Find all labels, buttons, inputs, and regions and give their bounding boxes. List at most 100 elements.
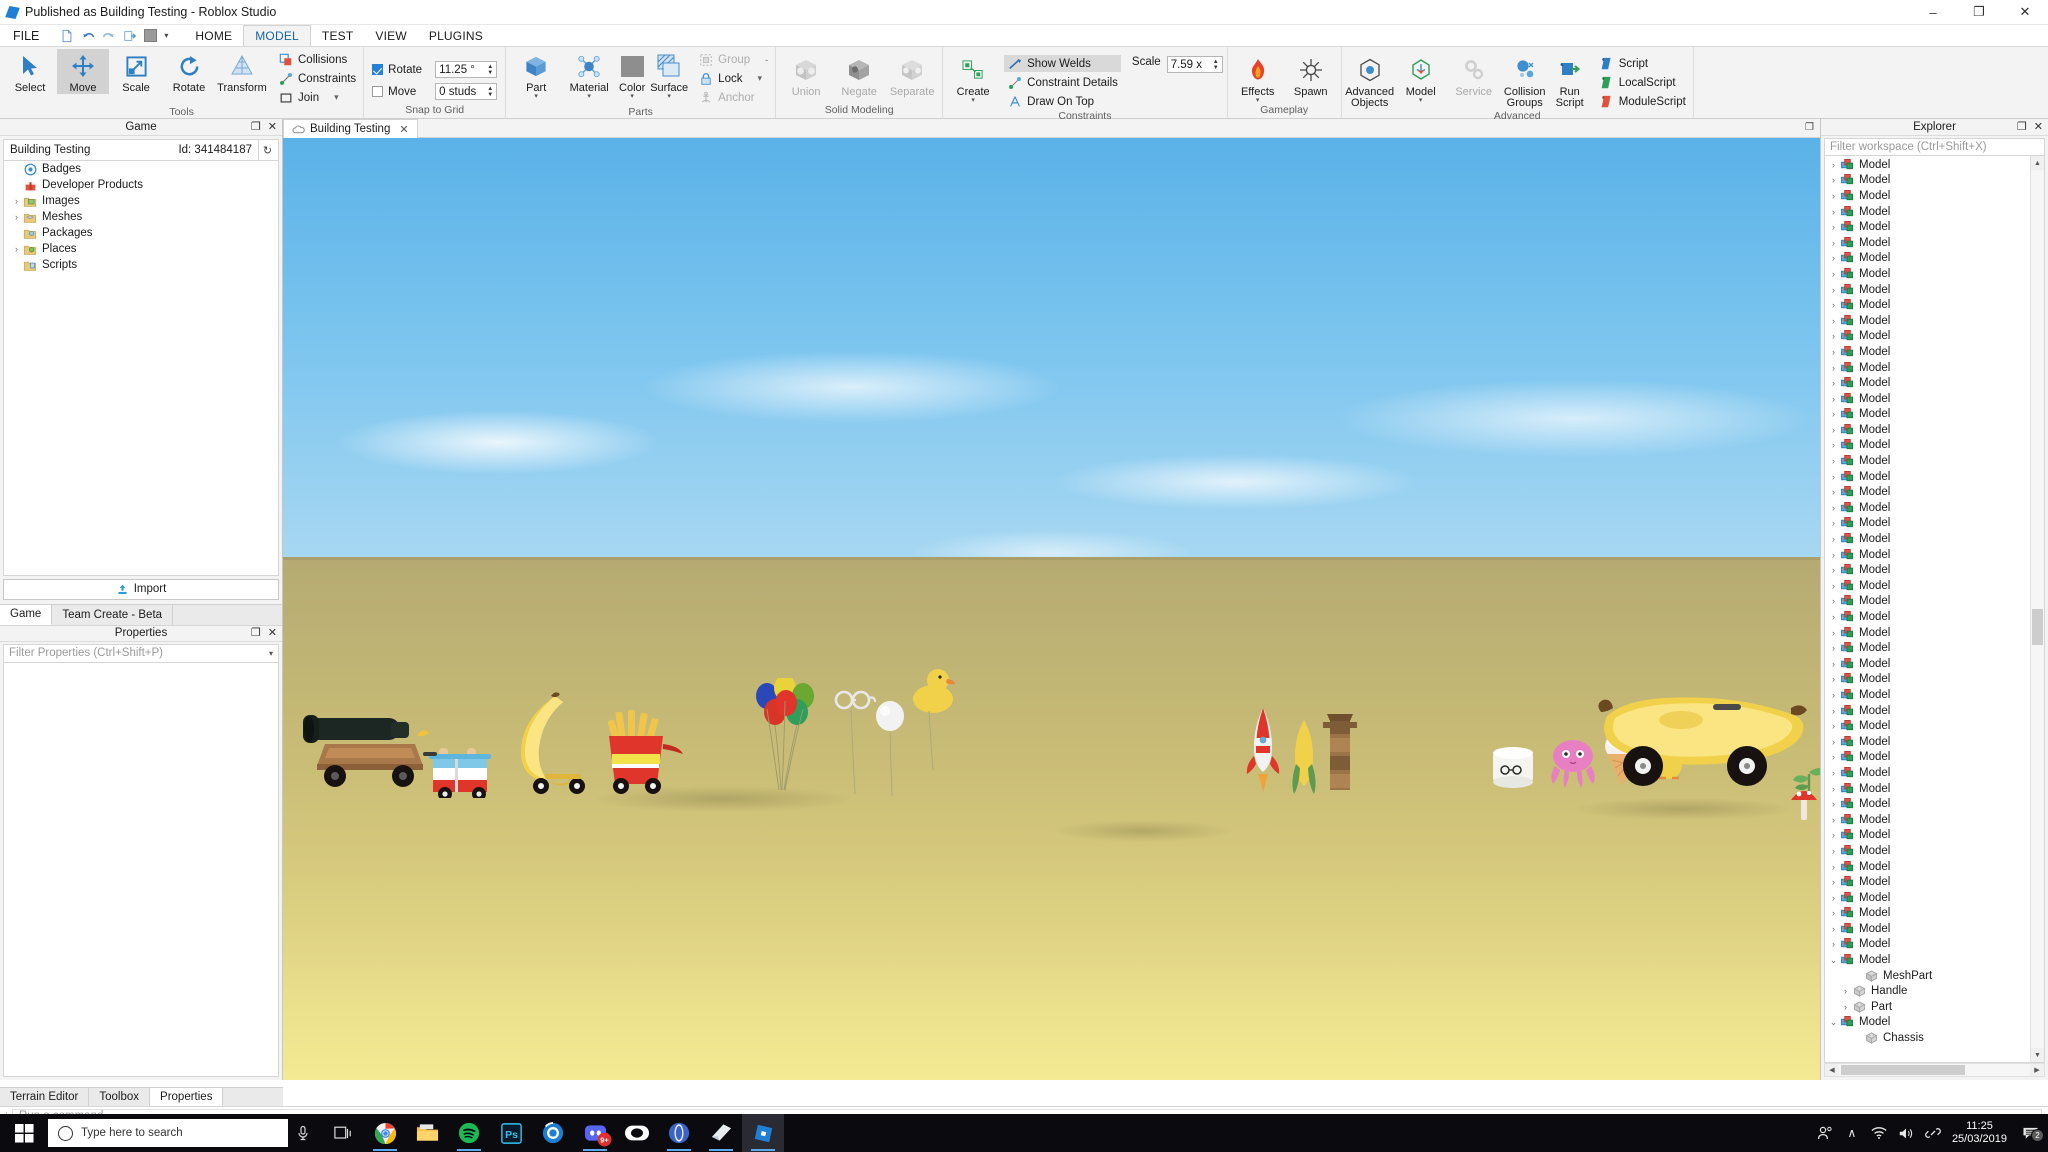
explorer-float-button[interactable]: ❐: [2017, 121, 2027, 133]
windows-start-icon[interactable]: [0, 1114, 48, 1152]
color-caret-icon[interactable]: ▾: [630, 93, 634, 100]
group-caret-icon[interactable]: -: [765, 55, 768, 65]
explorer-row-arrow[interactable]: ›: [1827, 784, 1840, 794]
explorer-row-arrow[interactable]: ›: [1827, 908, 1840, 918]
join-caret-icon[interactable]: ▾: [334, 92, 339, 103]
explorer-row-arrow[interactable]: ›: [1827, 659, 1840, 669]
explorer-row[interactable]: › Model: [1825, 859, 2030, 875]
dock-tab-game[interactable]: Game: [0, 604, 53, 625]
explorer-row[interactable]: › Model: [1825, 188, 2030, 204]
refresh-icon[interactable]: ↻: [258, 140, 276, 160]
move-tool-button[interactable]: Move: [57, 49, 109, 94]
explorer-row-arrow[interactable]: ›: [1827, 737, 1840, 747]
explorer-row-arrow[interactable]: ›: [1827, 815, 1840, 825]
white-balloon-model[interactable]: [873, 700, 907, 813]
roblox-studio-icon[interactable]: [742, 1114, 784, 1152]
explorer-row[interactable]: › Model: [1825, 828, 2030, 844]
explorer-row-arrow[interactable]: ›: [1827, 534, 1840, 544]
explorer-row-arrow[interactable]: ›: [1827, 378, 1840, 388]
explorer-row[interactable]: › Model: [1825, 578, 2030, 594]
explorer-row[interactable]: › Model: [1825, 547, 2030, 563]
explorer-row[interactable]: › Model: [1825, 594, 2030, 610]
explorer-row[interactable]: › Model: [1825, 890, 2030, 906]
explorer-row-arrow[interactable]: ›: [1827, 706, 1840, 716]
explorer-row[interactable]: › Model: [1825, 640, 2030, 656]
explorer-row[interactable]: ⌄ Model: [1825, 952, 2030, 968]
viewport-float-button[interactable]: ❐: [1805, 122, 1814, 133]
explorer-row[interactable]: › Model: [1825, 157, 2030, 173]
explorer-row-arrow[interactable]: ›: [1827, 690, 1840, 700]
explorer-row[interactable]: › Model: [1825, 609, 2030, 625]
dock-tab-team-create[interactable]: Team Create - Beta: [52, 604, 174, 625]
explorer-row-arrow[interactable]: ›: [1827, 721, 1840, 731]
explorer-row-arrow[interactable]: ›: [1827, 674, 1840, 684]
explorer-row[interactable]: › Model: [1825, 282, 2030, 298]
explorer-row[interactable]: › Model: [1825, 235, 2030, 251]
file-explorer-icon[interactable]: [406, 1114, 448, 1152]
snap-rotate-stepper[interactable]: 11.25 ° ▲ ▼: [435, 61, 498, 78]
material-button[interactable]: Material ▾: [563, 49, 615, 100]
explorer-row[interactable]: › Model: [1825, 672, 2030, 688]
explorer-row[interactable]: › Model: [1825, 453, 2030, 469]
glasses-balloon-model[interactable]: [831, 688, 877, 811]
modulescript-button[interactable]: ModuleScript: [1596, 93, 1689, 110]
script-button[interactable]: Script: [1596, 55, 1689, 72]
run-script-button[interactable]: Run Script: [1550, 53, 1590, 109]
tree-arrow[interactable]: ›: [10, 244, 23, 254]
explorer-row-arrow[interactable]: ›: [1827, 565, 1840, 575]
create-constraint-button[interactable]: Create ▾: [947, 53, 999, 104]
select-tool-button[interactable]: Select: [4, 49, 56, 94]
undo-icon[interactable]: [81, 29, 95, 43]
advanced-objects-button[interactable]: Advanced Objects: [1345, 53, 1394, 109]
explorer-row-arrow[interactable]: ›: [1827, 643, 1840, 653]
explorer-row-arrow[interactable]: ›: [1827, 862, 1840, 872]
people-icon[interactable]: [1817, 1125, 1833, 1141]
tree-item-places[interactable]: › Places: [4, 241, 278, 257]
explorer-row-arrow[interactable]: ›: [1827, 893, 1840, 903]
explorer-hscroll-track[interactable]: [1839, 1064, 2030, 1076]
chrome-icon[interactable]: [364, 1114, 406, 1152]
explorer-row[interactable]: › Model: [1825, 266, 2030, 282]
explorer-row-arrow[interactable]: ›: [1827, 222, 1840, 232]
tree-item-images[interactable]: › Images: [4, 193, 278, 209]
bottom-tab-properties[interactable]: Properties: [150, 1088, 224, 1106]
explorer-row-arrow[interactable]: ›: [1839, 1002, 1852, 1012]
opera-icon[interactable]: [658, 1114, 700, 1152]
collision-groups-button[interactable]: Collision Groups: [1501, 53, 1549, 109]
explorer-row-arrow[interactable]: ›: [1827, 409, 1840, 419]
scroll-up-icon[interactable]: ▲: [2031, 156, 2044, 170]
properties-filter-input[interactable]: Filter Properties (Ctrl+Shift+P) ▾: [3, 643, 279, 663]
explorer-row-arrow[interactable]: ›: [1827, 191, 1840, 201]
marshmallow-model[interactable]: [1489, 746, 1537, 795]
redo-icon[interactable]: [102, 29, 116, 43]
model-button[interactable]: Model ▾: [1395, 53, 1447, 104]
taskbar-clock[interactable]: 11:25 25/03/2019: [1952, 1120, 2007, 1146]
explorer-row-arrow[interactable]: ›: [1827, 207, 1840, 217]
explorer-scroll-track[interactable]: [2031, 170, 2044, 1048]
explorer-row-arrow[interactable]: ›: [1827, 347, 1840, 357]
explorer-scroll-thumb[interactable]: [2032, 609, 2043, 645]
lock-button[interactable]: Lock ▾: [695, 70, 771, 87]
game-panel-float-button[interactable]: ❐: [251, 121, 261, 133]
rocket-model[interactable]: [1243, 706, 1283, 801]
explorer-row-arrow[interactable]: ›: [1827, 846, 1840, 856]
tree-arrow[interactable]: ›: [10, 196, 23, 206]
explorer-row-arrow[interactable]: ›: [1827, 363, 1840, 373]
separate-button[interactable]: Separate: [886, 53, 938, 98]
surface-button[interactable]: Surface ▾: [649, 49, 689, 100]
explorer-row[interactable]: › Model: [1825, 204, 2030, 220]
snap-move-arrows-icon[interactable]: ▲ ▼: [487, 86, 493, 98]
bottom-tab-terrain-editor[interactable]: Terrain Editor: [0, 1088, 90, 1106]
draw-on-top-button[interactable]: Draw On Top: [1004, 93, 1121, 110]
explorer-row[interactable]: › Model: [1825, 329, 2030, 345]
explorer-row[interactable]: › Model: [1825, 734, 2030, 750]
join-button[interactable]: Join ▾: [275, 89, 359, 106]
snap-move-stepper[interactable]: 0 studs ▲ ▼: [435, 83, 498, 100]
explorer-row-arrow[interactable]: ⌄: [1827, 955, 1840, 966]
scale-tool-button[interactable]: Scale: [110, 49, 162, 94]
constraint-scale-stepper[interactable]: 7.59 x ▲ ▼: [1166, 56, 1223, 73]
effects-button[interactable]: Effects ▾: [1232, 53, 1284, 104]
explorer-row[interactable]: › Model: [1825, 407, 2030, 423]
notification-icon[interactable]: 2: [2018, 1126, 2044, 1142]
explorer-row-arrow[interactable]: ›: [1827, 768, 1840, 778]
